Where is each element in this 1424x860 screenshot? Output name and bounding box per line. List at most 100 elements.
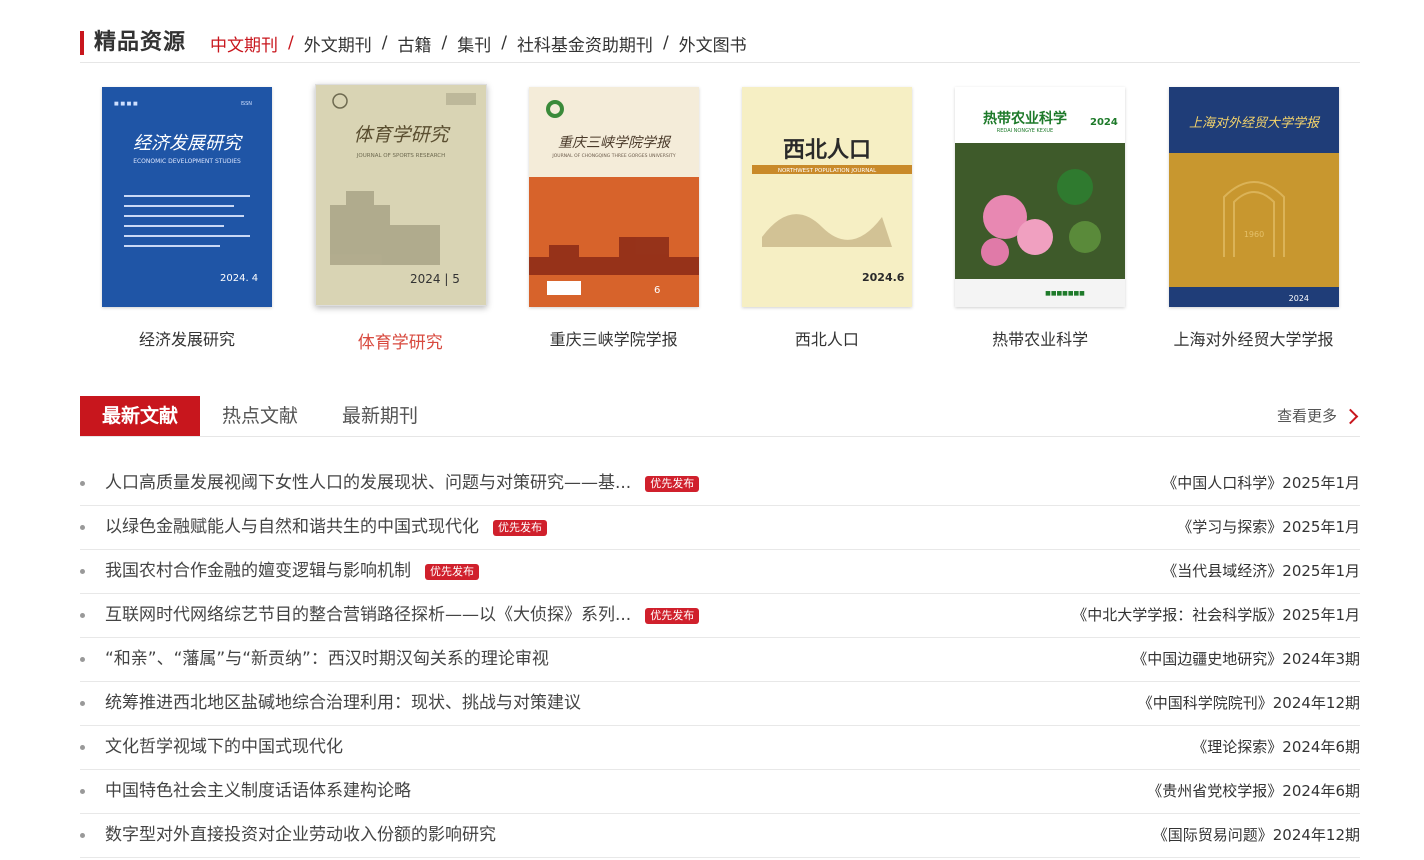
svg-text:1960: 1960 [1243, 230, 1263, 239]
bullet-dot-icon [80, 833, 85, 838]
article-title[interactable]: 互联网时代网络综艺节目的整合营销路径探析——以《大侦探》系列... [105, 594, 631, 637]
journal-card-5[interactable]: 上海对外经贸大学学报 1960 2024 上海对外经贸大学学报 [1147, 84, 1361, 354]
svg-text:体育学研究: 体育学研究 [354, 124, 452, 146]
article-title[interactable]: 文化哲学视域下的中国式现代化 [105, 726, 343, 769]
bullet-dot-icon [80, 569, 85, 574]
section-title: 精品资源 [94, 30, 187, 55]
article-row[interactable]: “和亲”、“藩属”与“新贡纳”：西汉时期汉匈关系的理论审视 《中国边疆史地研究》2… [80, 638, 1360, 682]
category-tab-3[interactable]: 集刊 [457, 31, 491, 56]
tab-hot-literature[interactable]: 热点文献 [200, 396, 320, 436]
view-more-label: 查看更多 [1276, 407, 1337, 425]
article-title[interactable]: 中国特色社会主义制度话语体系建构论略 [105, 770, 411, 813]
category-tab-4[interactable]: 社科基金资助期刊 [517, 31, 653, 56]
tab-separator: / [381, 33, 388, 53]
priority-publish-badge: 优先发布 [645, 607, 700, 624]
svg-text:2024: 2024 [1288, 294, 1308, 303]
tab-separator: / [288, 33, 294, 53]
article-row[interactable]: 数字型对外直接投资对企业劳动收入份额的影响研究 《国际贸易问题》2024年12期 [80, 814, 1360, 858]
bullet-dot-icon [80, 745, 85, 750]
svg-text:经济发展研究: 经济发展研究 [133, 133, 243, 154]
priority-publish-badge: 优先发布 [645, 475, 700, 492]
journal-name[interactable]: 体育学研究 [293, 328, 507, 353]
article-title-wrap: 中国特色社会主义制度话语体系建构论略 [105, 770, 411, 813]
article-row[interactable]: 人口高质量发展视阈下女性人口的发展现状、问题与对策研究——基... 优先发布 《中国… [80, 462, 1360, 506]
article-title-wrap: 互联网时代网络综艺节目的整合营销路径探析——以《大侦探》系列... 优先发布 [105, 594, 700, 637]
category-tab-5[interactable]: 外文图书 [679, 31, 747, 56]
svg-text:重庆三峡学院学报: 重庆三峡学院学报 [558, 135, 672, 151]
article-row[interactable]: 中国特色社会主义制度话语体系建构论略 《贵州省党校学报》2024年6期 [80, 770, 1360, 814]
priority-publish-badge: 优先发布 [493, 519, 547, 536]
article-source[interactable]: 《学习与探索》2025年1月 [1177, 506, 1360, 549]
article-title-wrap: “和亲”、“藩属”与“新贡纳”：西汉时期汉匈关系的理论审视 [105, 638, 549, 681]
view-more-link[interactable]: 查看更多 [1277, 396, 1360, 436]
chevron-right-icon [1342, 408, 1359, 424]
article-source[interactable]: 《理论探索》2024年6期 [1192, 726, 1360, 769]
journal-card-2[interactable]: 重庆三峡学院学报 JOURNAL OF CHONGQING THREE GORG… [507, 84, 721, 354]
journal-cover-image[interactable]: 上海对外经贸大学学报 1960 2024 [1168, 87, 1339, 307]
article-source[interactable]: 《中国人口科学》2025年1月 [1162, 462, 1360, 505]
article-source[interactable]: 《中北大学学报：社会科学版》2025年1月 [1072, 594, 1360, 637]
section-accent-bar [80, 31, 84, 55]
svg-text:REDAI NONGYE KEXUE: REDAI NONGYE KEXUE [997, 128, 1053, 134]
svg-text:■ ■ ■ ■: ■ ■ ■ ■ [114, 101, 138, 107]
article-row[interactable]: 我国农村合作金融的嬗变逻辑与影响机制 优先发布 《当代县域经济》2025年1月 [80, 550, 1360, 594]
journal-card-0[interactable]: ■ ■ ■ ■ ISSN 经济发展研究 ECONOMIC DEVELOPMENT… [80, 84, 294, 354]
journal-name[interactable]: 上海对外经贸大学学报 [1147, 326, 1361, 350]
tab-separator: / [441, 33, 448, 53]
article-title[interactable]: 以绿色金融赋能人与自然和谐共生的中国式现代化 [105, 506, 479, 549]
article-row[interactable]: 统筹推进西北地区盐碱地综合治理利用：现状、挑战与对策建议 《中国科学院院刊》202… [80, 682, 1360, 726]
tab-separator: / [662, 33, 669, 53]
tab-latest-journals[interactable]: 最新期刊 [320, 396, 440, 436]
article-title[interactable]: 数字型对外直接投资对企业劳动收入份额的影响研究 [105, 814, 496, 857]
priority-publish-badge: 优先发布 [425, 563, 479, 580]
journal-card-4[interactable]: 热带农业科学 REDAI NONGYE KEXUE 2024 ■■■■■■■ 热带… [933, 84, 1147, 354]
article-source[interactable]: 《国际贸易问题》2024年12期 [1153, 814, 1360, 857]
category-tab-0[interactable]: 中文期刊 [210, 31, 278, 56]
journal-name[interactable]: 西北人口 [720, 326, 934, 350]
journal-cover-image[interactable]: 体育学研究 JOURNAL OF SPORTS RESEARCH 2024 | … [315, 84, 488, 306]
svg-text:ECONOMIC DEVELOPMENT STUDIES: ECONOMIC DEVELOPMENT STUDIES [133, 158, 241, 165]
journal-card-1[interactable]: 体育学研究 JOURNAL OF SPORTS RESEARCH 2024 | … [293, 84, 507, 354]
journal-cover-image[interactable]: 重庆三峡学院学报 JOURNAL OF CHONGQING THREE GORG… [528, 87, 699, 307]
article-title[interactable]: “和亲”、“藩属”与“新贡纳”：西汉时期汉匈关系的理论审视 [105, 638, 549, 681]
journal-name[interactable]: 热带农业科学 [933, 326, 1147, 350]
article-title[interactable]: 统筹推进西北地区盐碱地综合治理利用：现状、挑战与对策建议 [105, 682, 581, 725]
category-tab-1[interactable]: 外文期刊 [304, 31, 372, 56]
bullet-dot-icon [80, 701, 85, 706]
article-source[interactable]: 《当代县域经济》2025年1月 [1162, 550, 1360, 593]
literature-header: 最新文献 热点文献 最新期刊 查看更多 [80, 396, 1360, 437]
resources-header: 精品资源 中文期刊 / 外文期刊 / 古籍 / 集刊 / 社科基金资助期刊 / 外文图书 [80, 26, 1360, 63]
svg-text:热带农业科学: 热带农业科学 [983, 110, 1067, 127]
svg-text:上海对外经贸大学学报: 上海对外经贸大学学报 [1188, 115, 1320, 131]
article-row[interactable]: 以绿色金融赋能人与自然和谐共生的中国式现代化 优先发布 《学习与探索》2025年1月 [80, 506, 1360, 550]
article-source[interactable]: 《中国边疆史地研究》2024年3期 [1132, 638, 1360, 681]
journal-card-3[interactable]: 西北人口 NORTHWEST POPULATION JOURNAL 2024.6… [720, 84, 934, 354]
article-title[interactable]: 人口高质量发展视阈下女性人口的发展现状、问题与对策研究——基... [105, 462, 631, 505]
journal-covers: ■ ■ ■ ■ ISSN 经济发展研究 ECONOMIC DEVELOPMENT… [80, 84, 1360, 354]
category-tab-2[interactable]: 古籍 [397, 31, 431, 56]
svg-text:ISSN: ISSN [240, 101, 252, 107]
journal-cover-image[interactable]: ■ ■ ■ ■ ISSN 经济发展研究 ECONOMIC DEVELOPMENT… [102, 87, 272, 307]
journal-name[interactable]: 经济发展研究 [80, 326, 294, 350]
article-title-wrap: 我国农村合作金融的嬗变逻辑与影响机制 优先发布 [105, 550, 479, 593]
svg-text:西北人口: 西北人口 [783, 137, 871, 163]
tab-latest-literature[interactable]: 最新文献 [80, 396, 200, 436]
article-row[interactable]: 文化哲学视域下的中国式现代化 《理论探索》2024年6期 [80, 726, 1360, 770]
article-title[interactable]: 我国农村合作金融的嬗变逻辑与影响机制 [105, 550, 411, 593]
svg-text:2024: 2024 [1090, 117, 1118, 128]
tab-separator: / [501, 33, 507, 53]
svg-text:2024.6: 2024.6 [862, 271, 905, 284]
svg-text:NORTHWEST POPULATION JOURNAL: NORTHWEST POPULATION JOURNAL [778, 168, 877, 174]
article-source[interactable]: 《贵州省党校学报》2024年6期 [1147, 770, 1360, 813]
page: 精品资源 中文期刊 / 外文期刊 / 古籍 / 集刊 / 社科基金资助期刊 / 外文图书 ■ ■ ■… [0, 0, 1424, 860]
svg-text:2024. 4: 2024. 4 [220, 273, 258, 284]
svg-text:6: 6 [654, 285, 660, 296]
bullet-dot-icon [80, 613, 85, 618]
article-source[interactable]: 《中国科学院院刊》2024年12期 [1138, 682, 1360, 725]
journal-cover-image[interactable]: 西北人口 NORTHWEST POPULATION JOURNAL 2024.6 [741, 87, 912, 307]
svg-text:■■■■■■■: ■■■■■■■ [1045, 290, 1085, 297]
journal-cover-image[interactable]: 热带农业科学 REDAI NONGYE KEXUE 2024 ■■■■■■■ [955, 87, 1126, 307]
journal-name[interactable]: 重庆三峡学院学报 [507, 326, 721, 350]
bullet-dot-icon [80, 481, 85, 486]
article-row[interactable]: 互联网时代网络综艺节目的整合营销路径探析——以《大侦探》系列... 优先发布 《中北… [80, 594, 1360, 638]
